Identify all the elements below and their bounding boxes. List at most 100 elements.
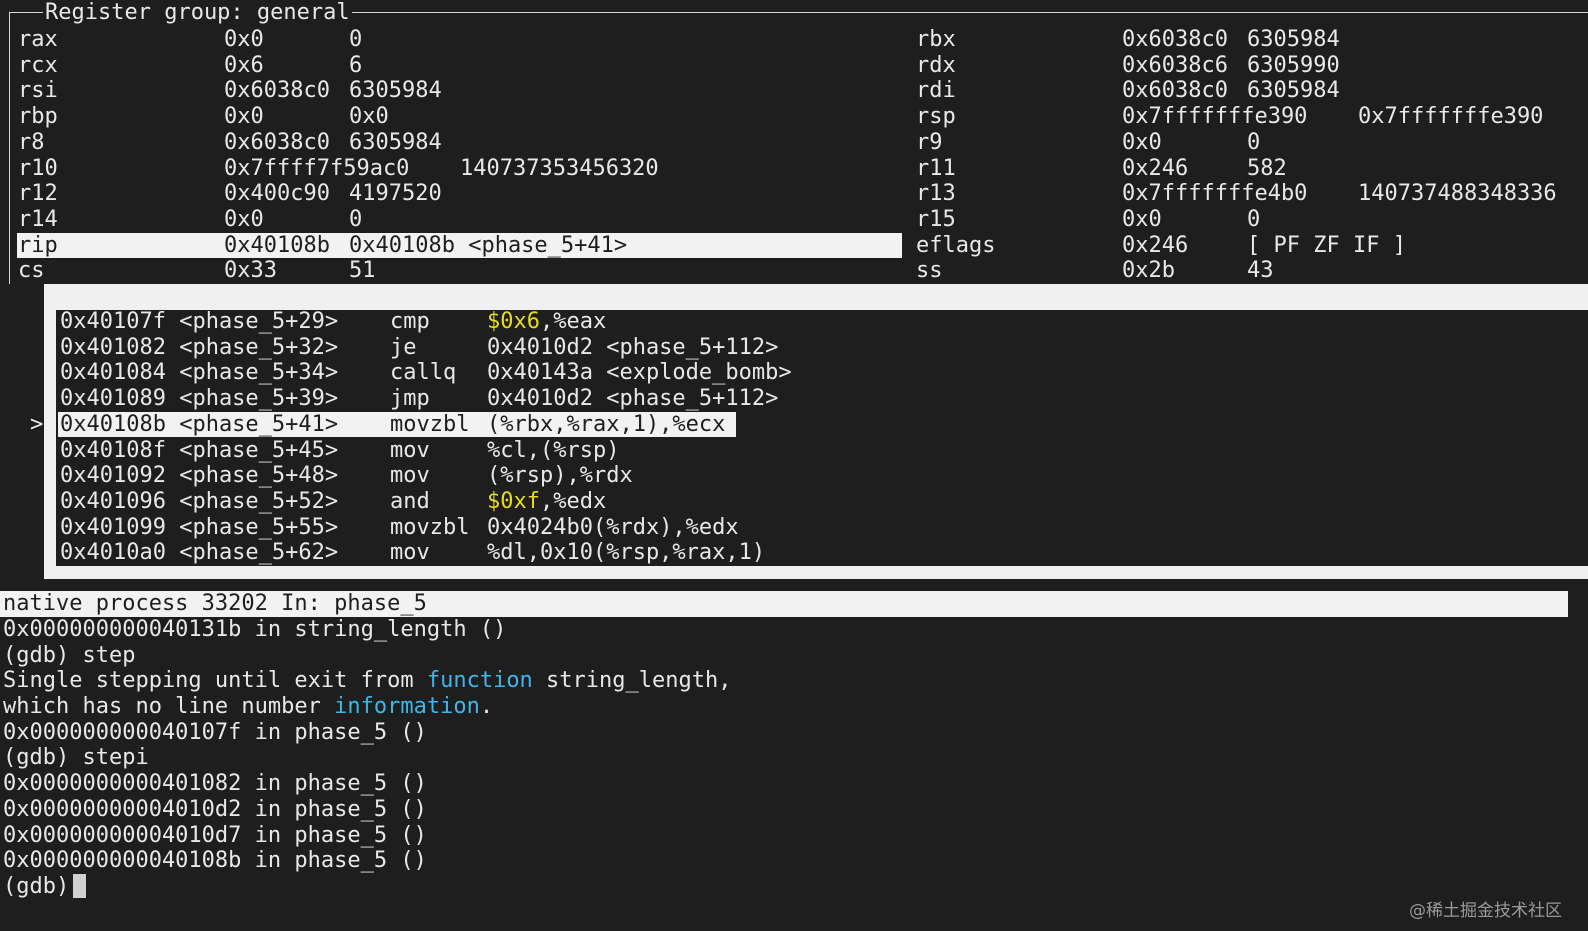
console-line: 0x000000000040107f in phase_5 () (3, 720, 1573, 746)
register-hex-value: 0x246 (1122, 155, 1189, 181)
register-row-rdx: rdx 0x6038c6 6305990 (915, 53, 1585, 79)
register-hex-value: 0x6038c0 (1122, 27, 1228, 52)
register-row-rbx: rbx 0x6038c0 6305984 (915, 27, 1585, 53)
register-hex-value: 0x6038c6 (1122, 52, 1228, 78)
text-cursor[interactable] (73, 873, 87, 898)
console-text: which has no line number (3, 694, 335, 720)
asm-opcode: and (390, 488, 430, 514)
asm-opcode: mov (390, 463, 430, 489)
console-line: which has no line number information. (3, 694, 1573, 720)
asm-instruction-row[interactable]: 0x401082 <phase_5+32> je 0x4010d2 <phase_5… (58, 335, 958, 361)
console-keyword: function (426, 668, 533, 694)
register-name: r13 (916, 181, 956, 207)
asm-opcode: movzbl (390, 514, 470, 540)
register-natural-value: 6305990 (1247, 52, 1340, 78)
register-row-rax: rax 0x0 0 (17, 27, 902, 53)
console-text: (gdb) stepi (3, 745, 149, 771)
register-panel-border-left (9, 12, 10, 284)
asm-instruction-row[interactable]: 0x4010a0 <phase_5+62> mov %dl,0x10(%rsp,%r… (58, 540, 958, 566)
register-row-rdi: rdi 0x6038c0 6305984 (915, 78, 1585, 104)
register-panel-title: Register group: general (43, 0, 352, 26)
asm-operands: 0x4010d2 <phase_5+112> (487, 386, 778, 412)
register-natural-value: 4197520 (349, 181, 442, 207)
register-name: rsp (916, 104, 956, 130)
asm-operands: (%rbx,%rax,1),%ecx (487, 412, 725, 438)
asm-address: 0x40108f <phase_5+45> (60, 437, 339, 463)
asm-operand-rest: 0x4010d2 <phase_5+112> (487, 386, 779, 412)
register-natural-value: 0 (349, 27, 363, 52)
register-natural-value: 140737488348336 (1358, 181, 1557, 207)
console-prompt-line[interactable]: (gdb) (3, 873, 1573, 900)
register-name: r12 (18, 181, 58, 207)
register-hex-value: 0x7ffff7f59ac0 (224, 155, 410, 181)
register-natural-value: 6305984 (349, 78, 442, 104)
register-hex-value: 0x33 (224, 258, 277, 284)
asm-operands: %dl,0x10(%rsp,%rax,1) (487, 540, 765, 566)
asm-operands: 0x4010d2 <phase_5+112> (487, 335, 778, 361)
asm-opcode: jmp (390, 386, 430, 412)
register-name: rbp (18, 104, 58, 130)
asm-operand-rest: 0x4010d2 <phase_5+112> (487, 334, 779, 360)
register-row-r13: r13 0x7fffffffe4b0 140737488348336 (915, 181, 1585, 207)
register-name: r10 (18, 155, 58, 181)
asm-instruction-row[interactable]: 0x40107f <phase_5+29> cmp $0x6,%eax (58, 309, 958, 335)
register-hex-value: 0x6 (224, 52, 264, 78)
register-row-r12: r12 0x400c90 4197520 (17, 181, 902, 207)
asm-address: 0x401084 <phase_5+34> (60, 360, 339, 386)
register-natural-value: [ PF ZF IF ] (1247, 232, 1406, 258)
asm-instruction-row[interactable]: 0x40108b <phase_5+41> movzbl (%rbx,%rax,1)… (58, 411, 958, 438)
asm-opcode: movzbl (390, 411, 470, 437)
asm-instruction-row[interactable]: 0x401092 <phase_5+48> mov (%rsp),%rdx (58, 463, 958, 489)
console-keyword: information (334, 694, 480, 720)
asm-instruction-row[interactable]: 0x401084 <phase_5+34> callq 0x40143a <expl… (58, 360, 958, 386)
register-row-r11: r11 0x246 582 (915, 156, 1585, 182)
asm-operand-rest: ,%eax (539, 309, 607, 334)
asm-operand-rest: (%rsp),%rdx (487, 463, 633, 489)
asm-immediate: $0xf (487, 488, 540, 514)
current-instruction-marker: > (30, 412, 44, 437)
register-natural-value: 43 (1247, 258, 1274, 284)
gdb-console[interactable]: 0x000000000040131b in string_length () (g… (3, 617, 1573, 900)
console-line: 0x000000000040131b in string_length () (3, 617, 1573, 643)
register-name: cs (18, 258, 45, 284)
console-line: 0x0000000000401082 in phase_5 () (3, 771, 1573, 797)
register-row-ss: ss 0x2b 43 (915, 258, 1585, 284)
console-text: 0x000000000040108b in phase_5 () (3, 848, 427, 874)
register-name: r15 (916, 206, 956, 232)
console-prompt: (gdb) (3, 873, 70, 899)
watermark: @稀土掘金技术社区 (1409, 901, 1562, 921)
console-line: Single stepping until exit from function… (3, 668, 1573, 694)
register-natural-value: 140737353456320 (460, 155, 659, 181)
register-row-r8: r8 0x6038c0 6305984 (17, 130, 902, 156)
console-text: Single stepping until exit from (3, 668, 427, 694)
asm-operand-rest: ,%edx (539, 488, 607, 514)
asm-opcode: mov (390, 437, 430, 463)
register-name: r14 (18, 206, 58, 232)
asm-instruction-row[interactable]: 0x401089 <phase_5+39> jmp 0x4010d2 <phase_… (58, 386, 958, 412)
register-name: rdx (916, 52, 956, 78)
asm-address: 0x401092 <phase_5+48> (60, 463, 339, 489)
console-text: . (479, 694, 494, 720)
register-hex-value: 0x7fffffffe390 (1122, 104, 1308, 130)
register-hex-value: 0x0 (224, 27, 264, 52)
asm-instruction-row[interactable]: 0x40108f <phase_5+45> mov %cl,(%rsp) (58, 438, 958, 464)
console-text: 0x000000000040107f in phase_5 () (3, 719, 427, 745)
register-row-rbp: rbp 0x0 0x0 (17, 104, 902, 130)
register-name: r11 (916, 155, 956, 181)
register-name: eflags (916, 232, 996, 258)
register-row-rip: rip 0x40108b 0x40108b <phase_5+41> (17, 232, 902, 259)
asm-operands: $0xf,%edx (487, 489, 606, 515)
console-line: 0x00000000004010d7 in phase_5 () (3, 823, 1573, 849)
asm-opcode: cmp (390, 309, 430, 334)
console-line: (gdb) stepi (3, 745, 1573, 771)
register-natural-value: 0 (1247, 129, 1261, 155)
register-natural-value: 0 (349, 206, 363, 232)
register-natural-value: 0 (1247, 206, 1261, 232)
console-line: (gdb) step (3, 643, 1573, 669)
register-row-r9: r9 0x0 0 (915, 130, 1585, 156)
asm-opcode: je (390, 334, 417, 360)
register-row-eflags: eflags 0x246 [ PF ZF IF ] (915, 233, 1585, 259)
asm-instruction-row[interactable]: 0x401099 <phase_5+55> movzbl 0x4024b0(%rdx… (58, 515, 958, 541)
asm-instruction-row[interactable]: 0x401096 <phase_5+52> and $0xf,%edx (58, 489, 958, 515)
asm-operands: (%rsp),%rdx (487, 463, 633, 489)
